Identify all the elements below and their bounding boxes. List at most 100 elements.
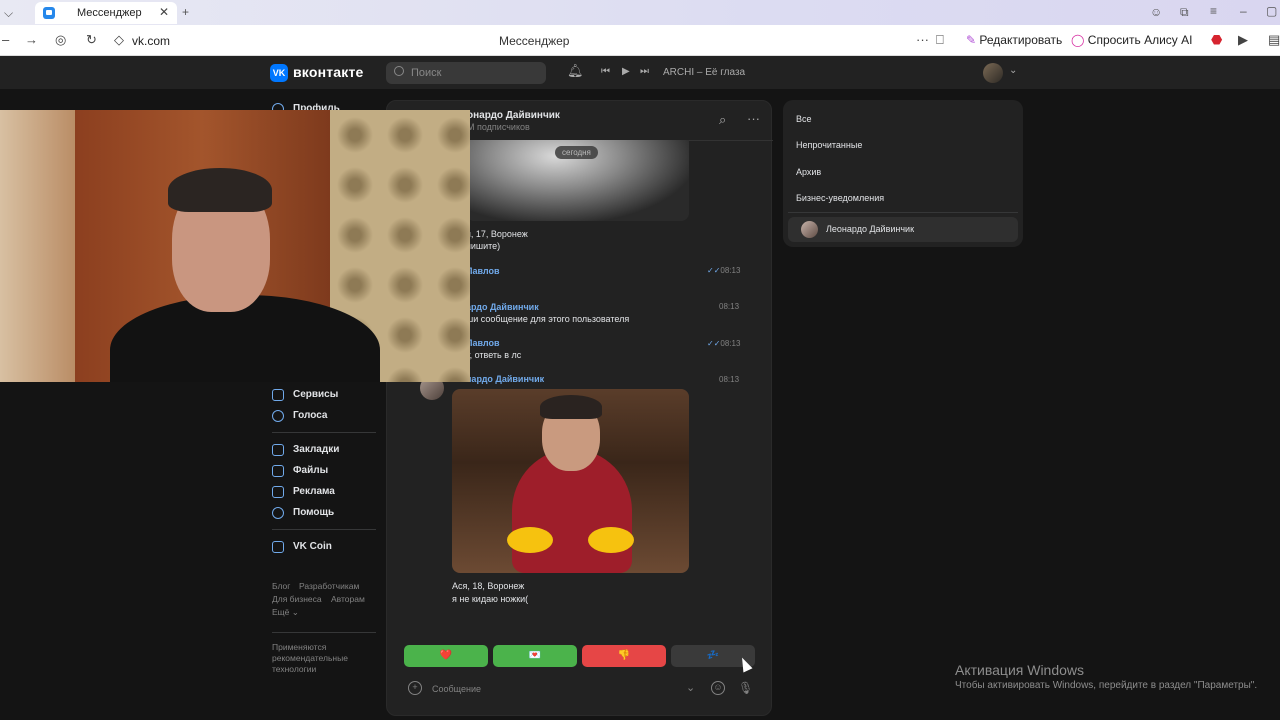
protect-icon[interactable]: ◎: [55, 32, 66, 48]
extension-icon[interactable]: ⬣: [1211, 32, 1222, 48]
close-tab-icon[interactable]: ✕: [159, 5, 169, 19]
message-text: пишите): [466, 241, 501, 251]
menu-label: Голоса: [293, 410, 328, 421]
message-author[interactable]: ардо Дайвинчик: [466, 302, 539, 312]
edit-button[interactable]: ✎ Редактировать: [966, 30, 1062, 51]
profile-icon[interactable]: ☺: [1150, 5, 1162, 19]
tab-menu-icon[interactable]: ⌵: [4, 6, 13, 21]
chat-filters-panel: Все Непрочитанные Архив Бизнес-уведомлен…: [783, 100, 1023, 247]
menu-label: Сервисы: [293, 389, 339, 400]
url-text[interactable]: vk.com: [132, 34, 170, 48]
track-title[interactable]: ARCHI – Её глаза: [663, 67, 745, 78]
tab-title: Мессенджер: [77, 7, 142, 19]
chevron-down-icon[interactable]: ⌄: [1009, 65, 1017, 76]
browser-tab[interactable]: Мессенджер ✕: [35, 2, 177, 24]
selected-chat-item[interactable]: Леонардо Дайвинчик: [788, 217, 1018, 242]
pointing-hand-icon: [507, 527, 553, 553]
recommendation-notice[interactable]: рекомендательные: [272, 653, 348, 663]
shield-icon: ◇: [114, 32, 124, 47]
more-icon[interactable]: ···: [916, 32, 929, 47]
message-time: ✓✓08:13: [707, 339, 741, 348]
photo-hair: [540, 395, 602, 419]
file-icon: [272, 465, 284, 477]
bookmarks-icon[interactable]: ⧉: [1180, 5, 1189, 20]
reload-icon[interactable]: ↻: [86, 32, 97, 48]
alice-button[interactable]: ◯ Спросить Алису AI: [1071, 30, 1192, 51]
read-check-icon: ✓✓: [707, 339, 721, 348]
bell-icon[interactable]: 🔔︎: [567, 63, 584, 79]
play-icon[interactable]: ▶: [622, 66, 630, 77]
chat-item-label: Леонардо Дайвинчик: [826, 224, 915, 234]
footer-link-developers[interactable]: Разработчикам: [299, 581, 359, 591]
footer-link-blog[interactable]: Блог: [272, 581, 290, 591]
read-check-icon: ✓✓: [707, 266, 721, 275]
coins-icon: [272, 410, 284, 422]
vk-header: VK вконтакте Поиск 🔔︎ ⏮ ▶ ⏭ ARCHI – Её г…: [0, 56, 1280, 89]
menu-label: Помощь: [293, 507, 335, 518]
address-bar: – → ◎ ↻ ◇ vk.com Мессенджер ··· ⎕ ✎ Реда…: [0, 25, 1280, 56]
coin-icon: [272, 541, 284, 553]
recommendation-notice[interactable]: Применяются: [272, 642, 326, 652]
message-text: ши сообщение для этого пользователя: [466, 314, 630, 324]
message-author[interactable]: Павлов: [466, 266, 500, 276]
footer-link-authors[interactable]: Авторам: [331, 594, 365, 604]
message-author[interactable]: нардо Дайвинчик: [466, 374, 544, 384]
search-input[interactable]: Поиск: [386, 62, 546, 84]
page-title: Мессенджер: [499, 34, 570, 48]
message-text: у, ответь в лс: [466, 350, 522, 360]
user-avatar[interactable]: [983, 63, 1003, 83]
filter-business[interactable]: Бизнес-уведомления: [796, 193, 884, 203]
pointing-hand-icon: [588, 527, 634, 553]
vk-logo-text[interactable]: вконтакте: [293, 64, 364, 80]
emoji-icon[interactable]: ☺: [711, 681, 725, 695]
filter-archive[interactable]: Архив: [796, 167, 821, 177]
search-icon[interactable]: ⌕: [719, 112, 726, 128]
bookmark-icon[interactable]: ⎕: [936, 32, 944, 48]
forward-icon[interactable]: →: [25, 32, 38, 47]
new-tab-icon[interactable]: +: [182, 5, 189, 19]
like-button[interactable]: ❤️: [404, 645, 488, 667]
chat-avatar: [801, 221, 818, 238]
footer-link-business[interactable]: Для бизнеса: [272, 594, 322, 604]
menu-divider: [272, 529, 376, 530]
prev-track-icon[interactable]: ⏮: [601, 66, 610, 77]
windows-activation-text: Чтобы активировать Windows, перейдите в …: [955, 680, 1258, 691]
webcam-person-hair: [168, 168, 272, 212]
message-time: 08:13: [719, 302, 740, 311]
browser-tabbar: ⌵ Мессенджер ✕ + ☺ ⧉ ≡ – ▢: [0, 0, 1280, 25]
filter-divider: [788, 212, 1018, 213]
back-icon[interactable]: –: [2, 32, 9, 47]
message-input[interactable]: Сообщение: [432, 684, 481, 694]
message-time: ✓✓08:13: [707, 266, 741, 275]
play-extension-icon[interactable]: ▶: [1238, 32, 1248, 48]
filter-unread[interactable]: Непрочитанные: [796, 140, 862, 150]
menu-divider: [272, 432, 376, 433]
recommendation-notice[interactable]: технологии: [272, 664, 316, 674]
message-time: 08:13: [719, 375, 740, 384]
search-placeholder: Поиск: [411, 67, 442, 79]
footer-link-more[interactable]: Ещё ⌄: [272, 607, 299, 618]
minimize-icon[interactable]: –: [1240, 4, 1247, 18]
vk-logo-icon[interactable]: VK: [270, 64, 288, 82]
message-author[interactable]: Павлов: [466, 338, 500, 348]
menu-label: Файлы: [293, 465, 329, 476]
more-icon[interactable]: ···: [747, 111, 760, 126]
attach-icon[interactable]: +: [408, 681, 422, 695]
profile-photo[interactable]: [452, 389, 689, 573]
filter-all[interactable]: Все: [796, 114, 812, 124]
letter-button[interactable]: 💌: [493, 645, 577, 667]
webcam-overlay: [0, 110, 470, 382]
menu-label: Закладки: [293, 444, 340, 455]
dislike-button[interactable]: 👎: [582, 645, 666, 667]
next-track-icon[interactable]: ⏭: [640, 66, 649, 77]
search-icon: [394, 66, 404, 76]
menu-label: Реклама: [293, 486, 335, 497]
alice-icon: ◯: [1071, 33, 1085, 47]
menu-icon[interactable]: ≡: [1210, 4, 1217, 18]
sidebar-icon[interactable]: ▤: [1268, 32, 1280, 48]
webcam-wall: [0, 110, 80, 382]
chevron-down-icon[interactable]: ⌄: [686, 681, 695, 694]
chat-title[interactable]: онардо Дайвинчик: [467, 110, 560, 121]
restore-icon[interactable]: ▢: [1266, 4, 1277, 18]
microphone-icon[interactable]: 🎙︎: [738, 681, 753, 695]
